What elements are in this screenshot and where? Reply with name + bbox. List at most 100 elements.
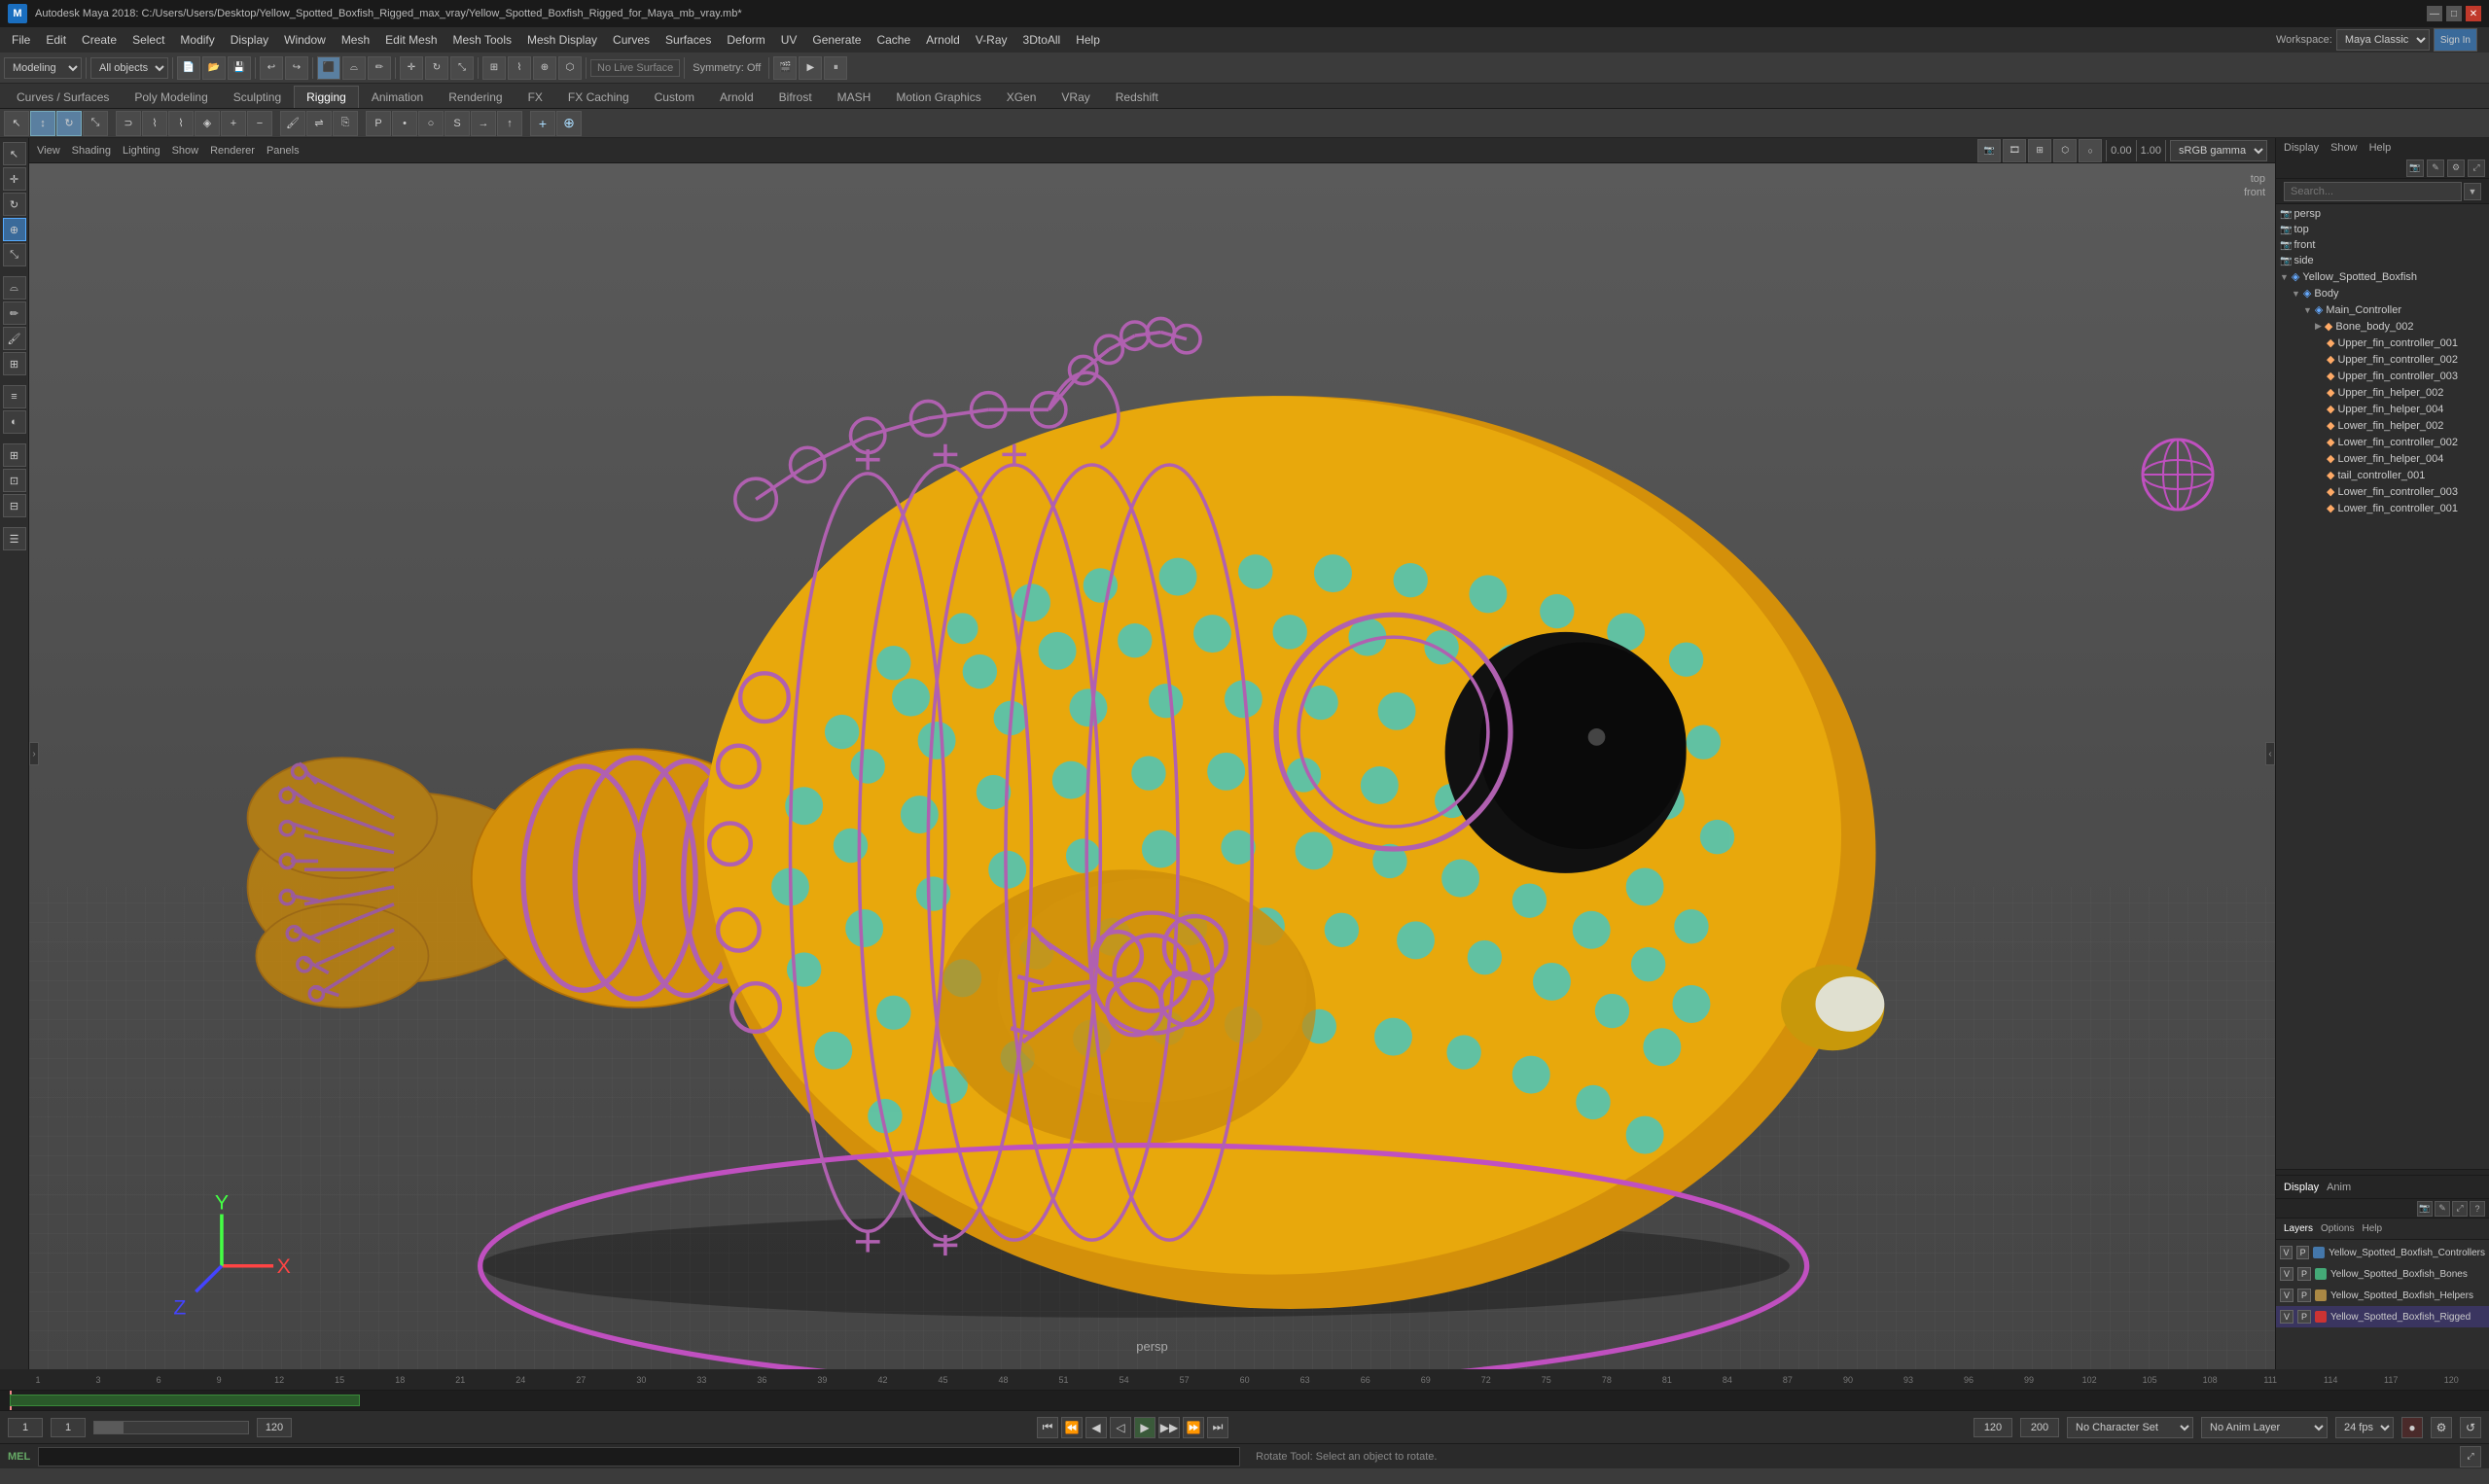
- outliner-lfc001[interactable]: ◆ Lower_fin_controller_001: [2276, 500, 2489, 516]
- tab-fx-caching[interactable]: FX Caching: [555, 86, 642, 108]
- left-select-tool[interactable]: ↖: [3, 142, 26, 165]
- vp-menu-panels[interactable]: Panels: [267, 145, 300, 157]
- tool-scale-g[interactable]: ⤡: [83, 111, 108, 136]
- outliner-ufc003[interactable]: ◆ Upper_fin_controller_003: [2276, 368, 2489, 384]
- tb-redo[interactable]: ↪: [285, 56, 308, 80]
- tb-open[interactable]: 📂: [202, 56, 226, 80]
- left-move-tool[interactable]: ✛: [3, 167, 26, 191]
- cb-tab-anim[interactable]: Anim: [2327, 1182, 2351, 1193]
- pb-loop[interactable]: ↺: [2460, 1417, 2481, 1438]
- pb-prev-key[interactable]: ⏪: [1061, 1417, 1083, 1438]
- outliner-persp[interactable]: 📷 persp: [2276, 206, 2489, 222]
- left-attr-tool[interactable]: ≡: [3, 385, 26, 408]
- cb-subtab-help[interactable]: Help: [2362, 1223, 2382, 1234]
- rp-icon-edit[interactable]: ✎: [2427, 159, 2444, 177]
- tool-constraint-scale[interactable]: S: [444, 111, 470, 136]
- rp-show[interactable]: Show: [2330, 142, 2358, 154]
- sphere-controller[interactable]: [2139, 436, 2217, 513]
- tb-ipr[interactable]: ▶: [799, 56, 822, 80]
- outliner-side[interactable]: 📷 side: [2276, 253, 2489, 268]
- pb-play-fwd[interactable]: ▶: [1134, 1417, 1156, 1438]
- menu-mesh[interactable]: Mesh: [334, 31, 377, 49]
- left-render-tool[interactable]: ◐: [3, 410, 26, 434]
- menu-edit-mesh[interactable]: Edit Mesh: [377, 31, 444, 49]
- anim-layer-selector[interactable]: No Anim Layer: [2201, 1417, 2328, 1438]
- tab-arnold[interactable]: Arnold: [707, 86, 766, 108]
- menu-deform[interactable]: Deform: [719, 31, 772, 49]
- tab-mash[interactable]: MASH: [825, 86, 884, 108]
- menu-curves[interactable]: Curves: [605, 31, 658, 49]
- tb-save[interactable]: 💾: [228, 56, 251, 80]
- outliner-bone-body[interactable]: ▶ ◆ Bone_body_002: [2276, 318, 2489, 335]
- rp-icon-camera[interactable]: 📷: [2406, 159, 2424, 177]
- frame-slider[interactable]: [93, 1421, 249, 1434]
- outliner-lfh002[interactable]: ◆ Lower_fin_helper_002: [2276, 417, 2489, 434]
- vp-icon-wire[interactable]: ⬡: [2053, 139, 2077, 162]
- signin-button[interactable]: Sign In: [2434, 28, 2477, 52]
- gamma-selector[interactable]: sRGB gamma: [2170, 140, 2267, 161]
- tool-plus[interactable]: +: [530, 111, 555, 136]
- tab-sculpting[interactable]: Sculpting: [221, 86, 294, 108]
- left-scale-tool[interactable]: ⤡: [3, 243, 26, 266]
- tool-plus2[interactable]: ⊕: [556, 111, 582, 136]
- tb-snap-curve[interactable]: ⌇: [508, 56, 531, 80]
- vp-menu-show[interactable]: Show: [172, 145, 199, 157]
- outliner-ufc001[interactable]: ◆ Upper_fin_controller_001: [2276, 335, 2489, 351]
- vp-menu-view[interactable]: View: [37, 145, 60, 157]
- timeline-bar[interactable]: [0, 1391, 2489, 1410]
- tool-add-infl[interactable]: +: [221, 111, 246, 136]
- mode-selector[interactable]: Modeling: [4, 57, 82, 79]
- mel-expand[interactable]: ⤢: [2460, 1446, 2481, 1467]
- outliner-ufh004[interactable]: ◆ Upper_fin_helper_004: [2276, 401, 2489, 417]
- close-button[interactable]: ✕: [2466, 6, 2481, 21]
- menu-window[interactable]: Window: [276, 31, 334, 49]
- tab-animation[interactable]: Animation: [359, 86, 436, 108]
- layer-vp-helpers[interactable]: V: [2280, 1289, 2293, 1302]
- layer-bones[interactable]: V P Yellow_Spotted_Boxfish_Bones: [2276, 1263, 2489, 1285]
- pb-play-back[interactable]: ◁: [1110, 1417, 1131, 1438]
- outliner-yellow-spotted[interactable]: ▼ ◈ Yellow_Spotted_Boxfish: [2276, 268, 2489, 285]
- menu-3dtoall[interactable]: 3DtoAll: [1015, 31, 1069, 49]
- fps-selector[interactable]: 24 fps: [2335, 1417, 2394, 1438]
- rp-icon-expand[interactable]: ⤢: [2468, 159, 2485, 177]
- viewport-canvas[interactable]: X Y Z persp top: [29, 163, 2275, 1369]
- maximize-button[interactable]: □: [2446, 6, 2462, 21]
- tb-paint[interactable]: ✏: [368, 56, 391, 80]
- tab-redshift[interactable]: Redshift: [1103, 86, 1171, 108]
- tab-poly-modeling[interactable]: Poly Modeling: [122, 86, 220, 108]
- vp-icon-smooth[interactable]: ○: [2079, 139, 2102, 162]
- rp-icon-gear[interactable]: ⚙: [2447, 159, 2465, 177]
- tool-copy-skin[interactable]: ⎘: [333, 111, 358, 136]
- cb-icon-camera[interactable]: 📷: [2417, 1201, 2433, 1217]
- rp-help[interactable]: Help: [2369, 142, 2392, 154]
- tb-move[interactable]: ✛: [400, 56, 423, 80]
- menu-file[interactable]: File: [4, 31, 38, 49]
- menu-create[interactable]: Create: [74, 31, 124, 49]
- tool-mirror-skin[interactable]: ⇌: [306, 111, 332, 136]
- menu-display[interactable]: Display: [223, 31, 276, 49]
- minimize-button[interactable]: —: [2427, 6, 2442, 21]
- pb-record[interactable]: ●: [2401, 1417, 2423, 1438]
- tb-scale[interactable]: ⤡: [450, 56, 474, 80]
- current-frame-input[interactable]: [8, 1418, 43, 1437]
- tab-motion-graphics[interactable]: Motion Graphics: [883, 86, 993, 108]
- menu-uv[interactable]: UV: [773, 31, 805, 49]
- vp-icon-grid[interactable]: ⊞: [2028, 139, 2051, 162]
- tb-select[interactable]: ⬛: [317, 56, 340, 80]
- tool-remove-infl[interactable]: −: [247, 111, 272, 136]
- left-paint-tool[interactable]: ✏: [3, 301, 26, 325]
- tb-render[interactable]: 🎬: [773, 56, 797, 80]
- cb-subtab-options[interactable]: Options: [2321, 1223, 2354, 1234]
- tool-ik2[interactable]: ⌇: [168, 111, 194, 136]
- mel-input[interactable]: [38, 1447, 1240, 1466]
- outliner-main-controller[interactable]: ▼ ◈ Main_Controller: [2276, 301, 2489, 318]
- vp-menu-renderer[interactable]: Renderer: [210, 145, 255, 157]
- layer-p-helpers[interactable]: P: [2297, 1289, 2311, 1302]
- menu-mesh-display[interactable]: Mesh Display: [519, 31, 605, 49]
- outliner-top[interactable]: 📷 top: [2276, 222, 2489, 237]
- tool-constraint-orient[interactable]: ○: [418, 111, 444, 136]
- tab-rendering[interactable]: Rendering: [436, 86, 515, 108]
- outliner-ufc002[interactable]: ◆ Upper_fin_controller_002: [2276, 351, 2489, 368]
- objects-selector[interactable]: All objects: [90, 57, 168, 79]
- pb-next-frame[interactable]: ▶▶: [1158, 1417, 1180, 1438]
